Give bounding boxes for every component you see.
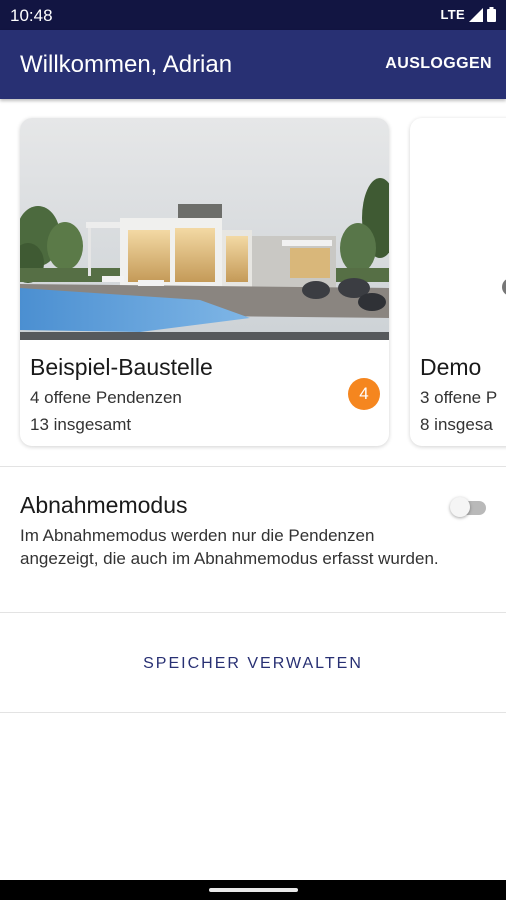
project-title: Beispiel-Baustelle xyxy=(30,354,213,380)
divider xyxy=(0,712,506,713)
status-bar: 10:48 LTE xyxy=(0,0,506,30)
system-nav-bar xyxy=(0,880,506,900)
signal-icon xyxy=(469,7,483,22)
status-icons: LTE xyxy=(440,7,496,22)
placeholder-image-icon xyxy=(502,278,506,296)
acceptance-mode-title: Abnahmemodus xyxy=(20,492,188,518)
battery-icon xyxy=(487,7,496,22)
home-gesture-handle[interactable] xyxy=(209,888,298,892)
project-open-items: 4 offene Pendenzen xyxy=(30,388,182,407)
logout-button[interactable]: AUSLOGGEN xyxy=(385,55,492,73)
divider xyxy=(0,466,506,467)
app-bar: Willkommen, Adrian AUSLOGGEN xyxy=(0,30,506,99)
divider xyxy=(0,612,506,613)
acceptance-mode-toggle[interactable] xyxy=(450,495,488,519)
project-image xyxy=(20,118,389,340)
project-card-demo[interactable]: Demo 3 offene P 8 insgesa xyxy=(410,118,506,446)
network-type: LTE xyxy=(440,7,465,22)
project-open-items: 3 offene P xyxy=(420,388,498,407)
project-title: Demo xyxy=(420,354,482,380)
acceptance-mode-description: Im Abnahmemodus werden nur die Pendenzen… xyxy=(20,526,439,568)
project-card-beispiel-baustelle[interactable]: Beispiel-Baustelle 4 offene Pendenzen 13… xyxy=(20,118,389,446)
welcome-title: Willkommen, Adrian xyxy=(20,51,233,78)
project-total-items: 13 insgesamt xyxy=(30,415,132,434)
status-time: 10:48 xyxy=(10,6,53,25)
project-total-items: 8 insgesa xyxy=(420,415,493,434)
toggle-thumb xyxy=(450,497,470,517)
open-items-badge: 4 xyxy=(348,378,380,410)
manage-storage-button[interactable]: SPEICHER VERWALTEN xyxy=(0,640,506,688)
